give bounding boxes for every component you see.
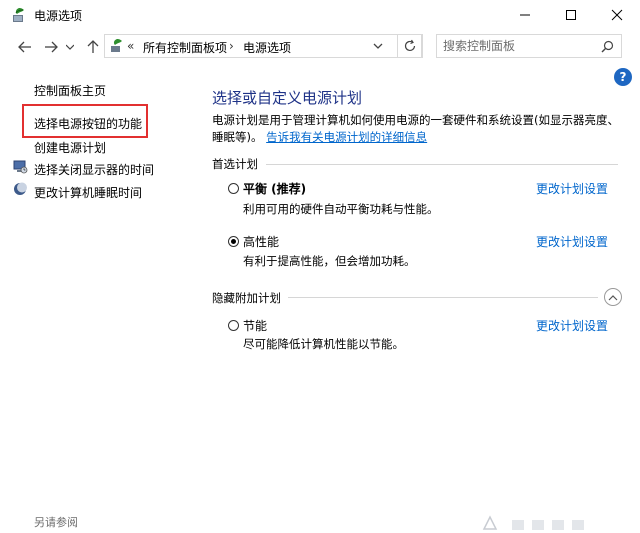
back-button[interactable]: [14, 36, 36, 58]
breadcrumb-separator[interactable]: ›: [229, 39, 234, 53]
hidden-plans-heading: 隐藏附加计划: [212, 291, 281, 305]
collapse-hidden-plans-button[interactable]: [604, 288, 622, 306]
search-icon[interactable]: [601, 40, 614, 56]
minimize-icon: [520, 14, 530, 16]
minimize-button[interactable]: [502, 0, 548, 30]
plan-name-balanced[interactable]: 平衡 (推荐): [243, 180, 306, 197]
change-plan-settings-high-performance-link[interactable]: 更改计划设置: [536, 233, 608, 250]
divider: [288, 297, 598, 298]
recent-locations-button[interactable]: [62, 36, 78, 58]
chevron-down-icon: [373, 43, 383, 49]
page-description: 电源计划是用于管理计算机如何使用电源的一套硬件和系统设置(如显示器亮度、睡眠等)…: [212, 112, 620, 146]
moon-icon: [13, 182, 27, 199]
sidebar-item-sleep-time[interactable]: 更改计算机睡眠时间: [34, 184, 142, 201]
sidebar-item-create-power-plan[interactable]: 创建电源计划: [34, 139, 106, 156]
plan-desc-balanced: 利用可用的硬件自动平衡功耗与性能。: [243, 202, 439, 216]
refresh-button[interactable]: [397, 34, 423, 58]
monitor-icon: [13, 160, 28, 177]
address-dropdown-button[interactable]: [373, 39, 383, 56]
arrow-left-icon: [18, 41, 31, 53]
plan-name-high-performance[interactable]: 高性能: [243, 233, 279, 250]
forward-button[interactable]: [40, 36, 62, 58]
preferred-plans-heading: 首选计划: [212, 157, 258, 171]
chevron-down-icon: [66, 44, 74, 50]
control-panel-icon: [109, 38, 125, 54]
up-button[interactable]: [82, 36, 104, 58]
radio-high-performance[interactable]: [228, 236, 239, 247]
search-box[interactable]: [436, 34, 622, 58]
arrow-up-icon: [87, 40, 99, 53]
maximize-button[interactable]: [548, 0, 594, 30]
search-input[interactable]: [443, 38, 593, 54]
sidebar-item-display-off-time[interactable]: 选择关闭显示器的时间: [34, 161, 154, 178]
refresh-icon: [404, 39, 416, 52]
close-icon: [611, 9, 623, 21]
divider: [266, 164, 618, 165]
breadcrumb-power-options[interactable]: 电源选项: [243, 39, 291, 56]
arrow-right-icon: [45, 41, 58, 53]
close-button[interactable]: [594, 0, 640, 30]
change-plan-settings-balanced-link[interactable]: 更改计划设置: [536, 180, 608, 197]
change-plan-settings-power-saver-link[interactable]: 更改计划设置: [536, 317, 608, 334]
learn-more-link[interactable]: 告诉我有关电源计划的详细信息: [266, 130, 427, 144]
page-title: 选择或自定义电源计划: [212, 89, 363, 107]
sidebar-item-control-panel-home[interactable]: 控制面板主页: [34, 82, 106, 99]
power-options-app-icon: [10, 6, 28, 24]
radio-power-saver[interactable]: [228, 320, 239, 331]
maximize-icon: [566, 10, 576, 20]
help-icon: ?: [619, 70, 627, 84]
plan-desc-power-saver: 尽可能降低计算机性能以节能。: [243, 337, 404, 351]
see-also-heading: 另请参阅: [34, 516, 78, 529]
help-button[interactable]: ?: [614, 68, 632, 86]
plan-name-power-saver[interactable]: 节能: [243, 317, 267, 334]
address-bar[interactable]: « 所有控制面板项 › 电源选项: [104, 34, 422, 58]
watermark: [478, 512, 640, 530]
radio-balanced[interactable]: [228, 183, 239, 194]
breadcrumb-overflow[interactable]: «: [127, 39, 134, 53]
breadcrumb-all-control-panel-items[interactable]: 所有控制面板项: [143, 39, 227, 56]
plan-desc-high-performance: 有利于提高性能，但会增加功耗。: [243, 254, 416, 268]
chevron-up-icon: [608, 294, 618, 300]
sidebar-item-power-button-function[interactable]: 选择电源按钮的功能: [34, 115, 142, 132]
window-title: 电源选项: [34, 9, 83, 23]
